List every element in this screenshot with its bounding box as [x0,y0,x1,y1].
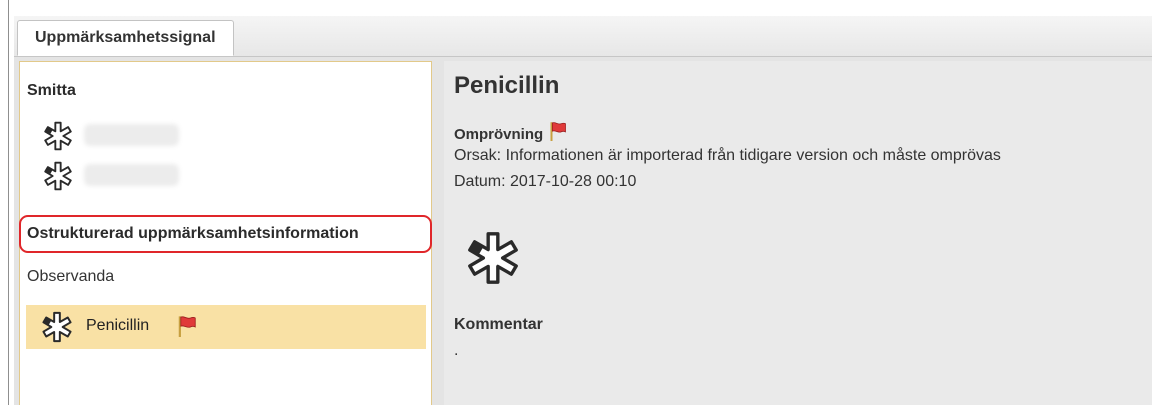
review-label: Omprövning [454,121,568,143]
infection-asterisk-icon-2[interactable] [42,160,74,192]
tab-attention-signal[interactable]: Uppmärksamhetssignal [17,20,234,56]
redacted-infection-entry-2[interactable] [84,164,179,186]
attention-signal-window: Uppmärksamhetssignal Smitta Ostrukturera… [14,16,1152,405]
list-item-penicillin[interactable]: Penicillin [26,305,426,349]
date-text: Datum: 2017-10-28 00:10 [454,173,637,190]
signal-list-panel: Smitta Ostrukturerad uppmärksamhetsinfor… [19,61,432,405]
review-flag-icon [548,121,568,141]
content-area: Smitta Ostrukturerad uppmärksamhetsinfor… [14,57,1152,405]
detail-panel: Penicillin Omprövning Orsak: Information… [444,61,1152,405]
tab-strip: Uppmärksamhetssignal [14,16,1152,57]
review-label-text: Omprövning [454,126,544,143]
highlight-annotation [19,215,432,253]
page-title: Penicillin [454,72,560,99]
comment-value: . [454,342,459,359]
section-observed-label: Observanda [27,268,115,285]
asterisk-icon [40,310,74,344]
asterisk-large-icon [464,229,522,287]
window-left-edge [8,0,9,405]
comment-label: Kommentar [454,316,543,333]
infection-asterisk-icon-1[interactable] [42,120,74,152]
reason-text: Orsak: Informationen är importerad från … [454,147,1001,164]
flag-icon [176,315,198,337]
list-item-label: Penicillin [86,317,150,334]
redacted-infection-entry-1[interactable] [84,124,179,146]
section-infection-header: Smitta [27,82,76,99]
